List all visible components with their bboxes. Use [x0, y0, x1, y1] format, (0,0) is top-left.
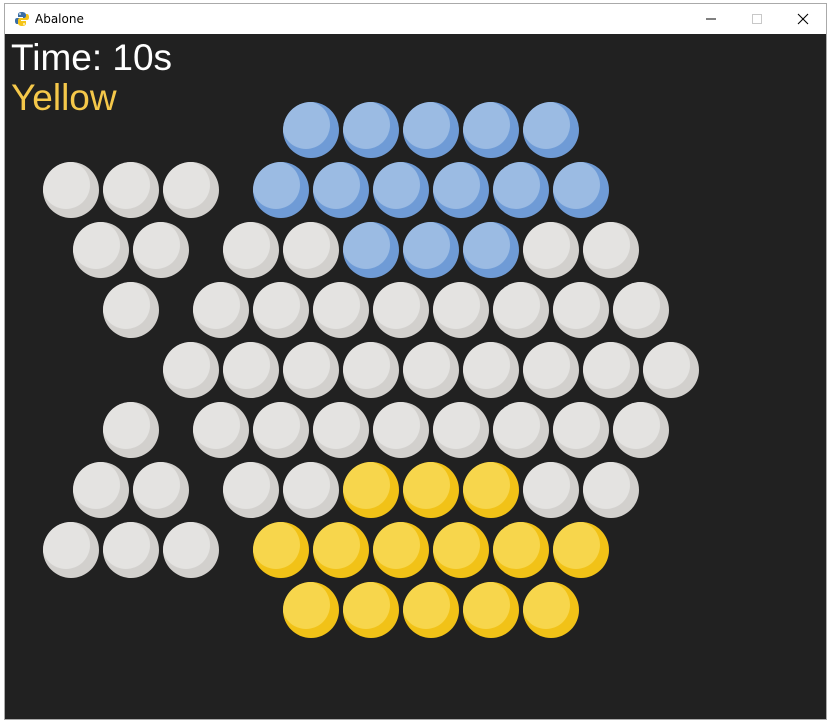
blue-marble[interactable] [342, 221, 399, 278]
yellow-marble[interactable] [462, 461, 519, 518]
board-cell[interactable] [492, 281, 549, 338]
minimize-button[interactable] [688, 4, 734, 34]
board-cell[interactable] [582, 221, 639, 278]
blue-marble[interactable] [402, 101, 459, 158]
timer-label: Time: 10s [11, 37, 173, 78]
board-cell[interactable] [162, 341, 219, 398]
board-cell[interactable] [522, 461, 579, 518]
yellow-marble[interactable] [492, 521, 549, 578]
board-cell[interactable] [282, 461, 339, 518]
blue-marble[interactable] [282, 101, 339, 158]
yellow-marble[interactable] [432, 521, 489, 578]
yellow-marble[interactable] [372, 521, 429, 578]
blue-marble[interactable] [252, 161, 309, 218]
board-cell[interactable] [342, 341, 399, 398]
captured-slot[interactable] [162, 161, 219, 218]
yellow-marble[interactable] [252, 521, 309, 578]
board-cell[interactable] [282, 341, 339, 398]
board-cell[interactable] [582, 461, 639, 518]
blue-marble[interactable] [432, 161, 489, 218]
app-window: Abalone Time: 10s Yellow [4, 3, 827, 720]
yellow-marble[interactable] [312, 521, 369, 578]
blue-marble[interactable] [312, 161, 369, 218]
close-button[interactable] [780, 4, 826, 34]
maximize-icon [752, 14, 762, 24]
abalone-board[interactable] [5, 34, 826, 719]
blue-marble[interactable] [372, 161, 429, 218]
captured-slot[interactable] [42, 521, 99, 578]
board-cell[interactable] [492, 401, 549, 458]
board-cell[interactable] [522, 341, 579, 398]
blue-marble[interactable] [402, 221, 459, 278]
board-cell[interactable] [582, 341, 639, 398]
board-cell[interactable] [222, 461, 279, 518]
yellow-marble[interactable] [402, 461, 459, 518]
captured-slot[interactable] [42, 161, 99, 218]
board-cell[interactable] [252, 281, 309, 338]
maximize-button[interactable] [734, 4, 780, 34]
close-icon [797, 13, 809, 25]
yellow-marble[interactable] [462, 581, 519, 638]
board-cell[interactable] [552, 401, 609, 458]
board-cell[interactable] [372, 401, 429, 458]
board-cell[interactable] [222, 221, 279, 278]
board-cell[interactable] [612, 281, 669, 338]
captured-slot[interactable] [72, 221, 129, 278]
blue-marble[interactable] [552, 161, 609, 218]
game-canvas[interactable]: Time: 10s Yellow [5, 34, 826, 719]
board-cell[interactable] [312, 281, 369, 338]
captured-slot[interactable] [102, 281, 159, 338]
board-cell[interactable] [552, 281, 609, 338]
blue-marble[interactable] [462, 221, 519, 278]
blue-marble[interactable] [492, 161, 549, 218]
current-turn-label: Yellow [11, 77, 117, 118]
board-cell[interactable] [222, 341, 279, 398]
yellow-marble[interactable] [552, 521, 609, 578]
board-cell[interactable] [462, 341, 519, 398]
window-title: Abalone [35, 12, 84, 26]
yellow-marble[interactable] [522, 581, 579, 638]
yellow-marble[interactable] [342, 461, 399, 518]
board-cell[interactable] [432, 281, 489, 338]
board-cell[interactable] [252, 401, 309, 458]
python-icon [15, 12, 29, 26]
captured-slot[interactable] [132, 221, 189, 278]
board-cell[interactable] [402, 341, 459, 398]
board-cell[interactable] [522, 221, 579, 278]
board-cell[interactable] [192, 401, 249, 458]
title-bar[interactable]: Abalone [5, 4, 826, 34]
board-cell[interactable] [282, 221, 339, 278]
board-cell[interactable] [192, 281, 249, 338]
board-cell[interactable] [432, 401, 489, 458]
captured-slot[interactable] [102, 521, 159, 578]
board-cell[interactable] [642, 341, 699, 398]
blue-marble[interactable] [342, 101, 399, 158]
captured-slot[interactable] [162, 521, 219, 578]
yellow-marble[interactable] [342, 581, 399, 638]
captured-slot[interactable] [102, 161, 159, 218]
captured-slot[interactable] [102, 401, 159, 458]
yellow-marble[interactable] [402, 581, 459, 638]
blue-marble[interactable] [522, 101, 579, 158]
minimize-icon [706, 18, 716, 20]
blue-marble[interactable] [462, 101, 519, 158]
board-cell[interactable] [312, 401, 369, 458]
captured-slot[interactable] [72, 461, 129, 518]
yellow-marble[interactable] [282, 581, 339, 638]
board-cell[interactable] [372, 281, 429, 338]
captured-slot[interactable] [132, 461, 189, 518]
board-cell[interactable] [612, 401, 669, 458]
